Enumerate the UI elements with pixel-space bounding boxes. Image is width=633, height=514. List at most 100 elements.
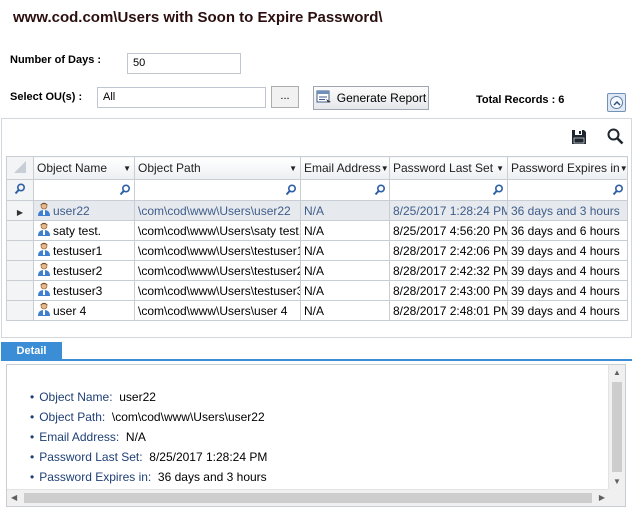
collapse-button[interactable] [607,93,626,112]
sort-down-icon[interactable]: ▼ [289,164,297,173]
table-row[interactable]: saty test. \com\cod\www\Users\saty test. N… [6,220,628,241]
col-header-email-address[interactable]: Email Address ▼ [300,156,390,180]
cell-password-expires-in[interactable]: 36 days and 3 hours [507,200,628,221]
filter-cell-password-expires-in[interactable] [507,179,628,201]
cell-password-last-set[interactable]: 8/25/2017 1:28:24 PM [389,200,508,221]
cell-password-expires-in[interactable]: 39 days and 4 hours [507,240,628,261]
cell-object-name[interactable]: user 4 [33,300,135,321]
filter-search-icon [285,184,297,196]
sort-down-icon[interactable]: ▼ [496,164,504,173]
detail-value: 36 days and 3 hours [157,470,267,484]
row-indicator[interactable] [6,220,34,241]
table-row[interactable]: testuser1 \com\cod\www\Users\testuser1 N/A… [6,240,628,261]
days-input[interactable]: 50 [127,53,241,74]
bullet-icon: • [30,390,35,404]
filter-search-icon [14,182,26,194]
cell-password-expires-in[interactable]: 39 days and 4 hours [507,300,628,321]
cell-password-last-set[interactable]: 8/28/2017 2:48:01 PM [389,300,508,321]
cell-email-address[interactable]: N/A [300,220,390,241]
sort-filter-icon[interactable]: ▼↑ [620,164,627,173]
filter-cell-object-path[interactable] [134,179,301,201]
detail-key: Email Address: [39,430,120,444]
search-icon[interactable] [607,128,624,148]
user-icon [37,302,51,320]
detail-key: Password Last Set: [39,450,143,464]
cell-object-name[interactable]: testuser3 [33,280,135,301]
cell-password-last-set[interactable]: 8/25/2017 4:56:20 PM [389,220,508,241]
cell-object-path[interactable]: \com\cod\www\Users\saty test. [134,220,301,241]
filter-row-indicator [6,179,34,201]
scroll-right-icon[interactable]: ▶ [599,493,605,502]
bullet-icon: • [30,430,35,444]
row-indicator[interactable]: ▶ [6,200,34,221]
sort-down-icon[interactable]: ▼ [381,164,389,173]
cell-password-expires-in[interactable]: 36 days and 6 hours [507,220,628,241]
cell-email-address[interactable]: N/A [300,300,390,321]
ou-input[interactable]: All [97,87,266,108]
current-row-icon: ▶ [16,207,24,217]
tab-detail[interactable]: Detail [1,342,62,360]
filter-cell-password-last-set[interactable] [389,179,508,201]
row-indicator[interactable] [6,240,34,261]
col-header-password-last-set[interactable]: Password Last Set ▼ [389,156,508,180]
cell-email-address[interactable]: N/A [300,260,390,281]
cell-object-name[interactable]: user22 [33,200,135,221]
user-icon [37,262,51,280]
scroll-down-icon[interactable]: ▼ [613,477,621,486]
user-icon [37,222,51,240]
detail-item: • Password Last Set: 8/25/2017 1:28:24 PM [30,450,267,464]
browse-ou-button[interactable]: ... [271,86,299,108]
detail-value: \com\cod\www\Users\user22 [111,410,265,424]
detail-panel: • Object Name: user22 • Object Path: \com\c… [6,364,626,507]
cell-object-name[interactable]: testuser1 [33,240,135,261]
cell-password-expires-in[interactable]: 39 days and 4 hours [507,280,628,301]
scroll-left-icon[interactable]: ◀ [11,493,17,502]
table-row[interactable]: testuser3 \com\cod\www\Users\testuser3 N/A… [6,280,628,301]
sort-down-icon[interactable]: ▼ [123,164,131,173]
horizontal-scrollbar[interactable]: ◀ ▶ [7,489,609,506]
detail-key: Object Name: [39,390,113,404]
cell-password-expires-in[interactable]: 39 days and 4 hours [507,260,628,281]
cell-object-path[interactable]: \com\cod\www\Users\testuser1 [134,240,301,261]
row-indicator[interactable] [6,280,34,301]
col-header-object-name[interactable]: Object Name ▼ [33,156,135,180]
cell-email-address[interactable]: N/A [300,240,390,261]
filter-row [6,179,628,201]
table-row[interactable]: user 4 \com\cod\www\Users\user 4 N/A 8/28/2… [6,300,628,321]
cell-object-path[interactable]: \com\cod\www\Users\testuser3 [134,280,301,301]
detail-item: • Password Expires in: 36 days and 3 hour… [30,470,267,484]
cell-object-name[interactable]: saty test. [33,220,135,241]
cell-object-path[interactable]: \com\cod\www\Users\user22 [134,200,301,221]
row-indicator[interactable] [6,300,34,321]
cell-object-name[interactable]: testuser2 [33,260,135,281]
cell-email-address[interactable]: N/A [300,200,390,221]
user-icon [37,282,51,300]
cell-object-path[interactable]: \com\cod\www\Users\user 4 [134,300,301,321]
table-row[interactable]: testuser2 \com\cod\www\Users\testuser2 N/A… [6,260,628,281]
col-header-object-path[interactable]: Object Path ▼ [134,156,301,180]
cell-password-last-set[interactable]: 8/28/2017 2:42:32 PM [389,260,508,281]
vertical-scrollbar[interactable]: ▲ ▼ [608,365,625,489]
row-indicator[interactable] [6,260,34,281]
scroll-up-icon[interactable]: ▲ [613,368,621,377]
col-header-password-expires-in[interactable]: Password Expires in▼↑ [507,156,628,180]
filter-cell-email-address[interactable] [300,179,390,201]
filter-cell-object-name[interactable] [33,179,135,201]
ou-label: Select OU(s) : [10,91,83,103]
table-row[interactable]: ▶ user22 \com\cod\www\Users\user22 N/A 8/25/… [6,200,628,221]
generate-report-button[interactable]: Generate Report [313,86,429,110]
detail-item: • Email Address: N/A [30,430,146,444]
page-title: www.cod.com\Users with Soon to Expire Pa… [13,9,383,26]
detail-value: N/A [125,430,146,444]
horizontal-scroll-thumb[interactable] [24,493,592,503]
bullet-icon: • [30,410,35,424]
vertical-scroll-thumb[interactable] [612,382,622,472]
cell-object-path[interactable]: \com\cod\www\Users\testuser2 [134,260,301,281]
detail-key: Password Expires in: [39,470,152,484]
cell-password-last-set[interactable]: 8/28/2017 2:43:00 PM [389,280,508,301]
save-icon[interactable] [571,129,587,148]
cell-email-address[interactable]: N/A [300,280,390,301]
bullet-icon: • [30,450,35,464]
cell-password-last-set[interactable]: 8/28/2017 2:42:06 PM [389,240,508,261]
object-name-text: testuser1 [53,243,103,258]
